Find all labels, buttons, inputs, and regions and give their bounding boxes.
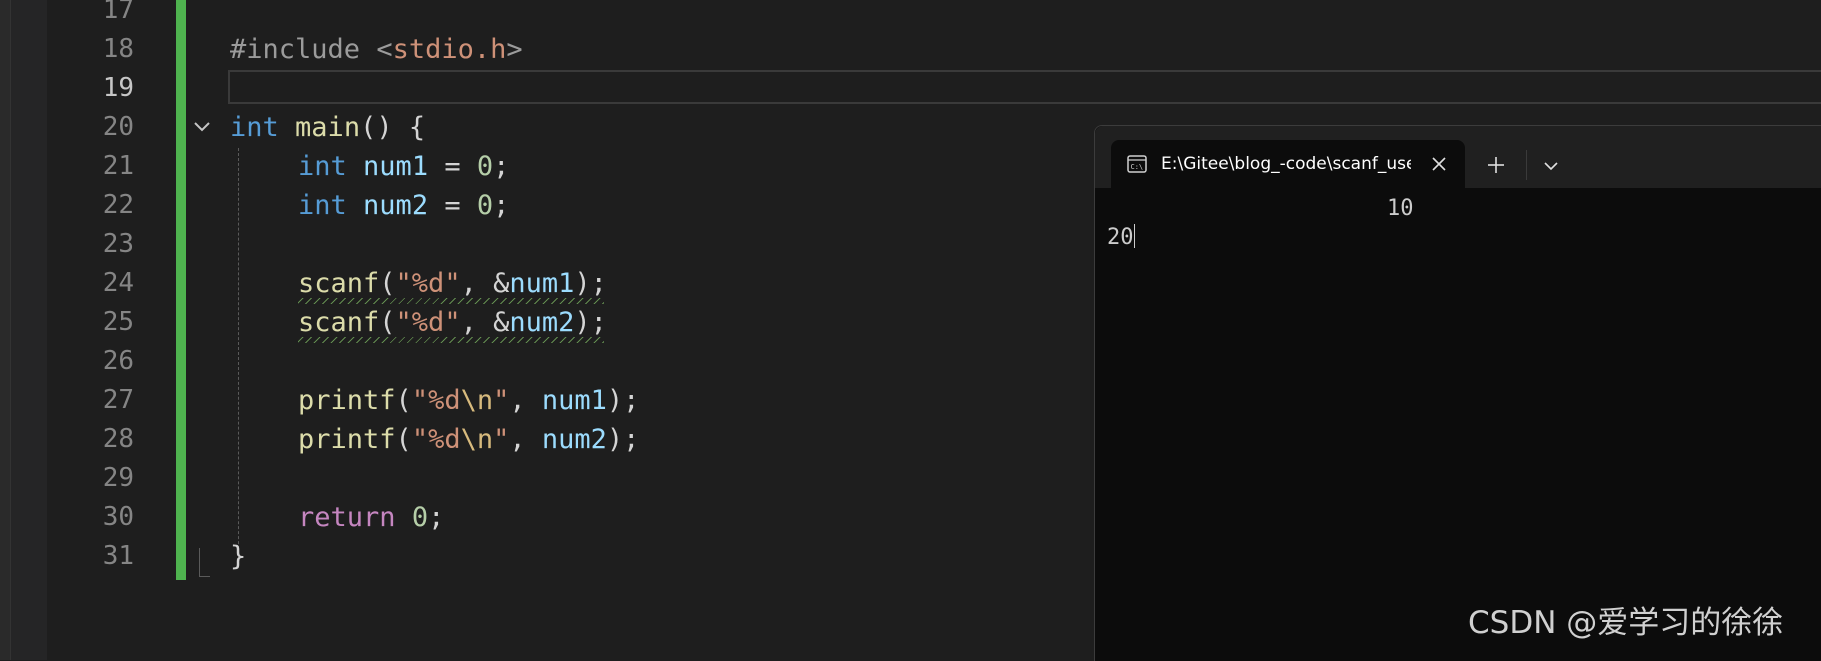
watermark: CSDN @爱学习的徐徐 xyxy=(1468,605,1784,641)
string-literal: "%d xyxy=(411,424,461,455)
variable: num2 xyxy=(509,307,575,338)
code-line-20[interactable]: int main() { xyxy=(230,108,425,147)
titlebar-divider xyxy=(1526,150,1527,180)
code-line-18[interactable]: #include <stdio.h> xyxy=(230,30,523,69)
preprocessor-directive: #include xyxy=(230,34,377,65)
line-number: 26 xyxy=(102,346,134,376)
current-line-highlight xyxy=(228,70,1821,104)
operator: = xyxy=(428,190,477,221)
code-line-27[interactable]: printf("%d\n", num1); xyxy=(298,381,639,420)
punctuation: ); xyxy=(574,268,607,299)
punctuation: , xyxy=(509,424,542,455)
punctuation: ( xyxy=(395,424,412,455)
number-literal: 0 xyxy=(476,151,494,182)
line-number: 30 xyxy=(102,502,134,532)
chevron-down-icon[interactable] xyxy=(191,116,213,138)
code-line-30[interactable]: return 0; xyxy=(298,498,444,537)
punctuation: ; xyxy=(493,190,510,221)
function-name: printf xyxy=(298,385,396,416)
line-number: 24 xyxy=(102,268,134,298)
variable: num1 xyxy=(363,151,429,182)
variable: num1 xyxy=(509,268,575,299)
indent-guide-end xyxy=(199,548,210,577)
terminal-tab-title: E:\Gitee\blog_-code\scanf_use xyxy=(1161,154,1411,174)
line-number: 18 xyxy=(102,34,134,64)
function-name: scanf xyxy=(298,307,380,338)
terminal-titlebar[interactable]: C:\ E:\Gitee\blog_-code\scanf_use xyxy=(1095,126,1821,188)
punctuation: () { xyxy=(360,112,426,143)
punctuation: ); xyxy=(606,385,640,416)
function-name: printf xyxy=(298,424,396,455)
variable: num2 xyxy=(363,190,429,221)
include-header: stdio.h xyxy=(392,34,507,65)
left-activity-strip xyxy=(0,0,10,660)
line-number: 20 xyxy=(102,112,134,142)
function-name: scanf xyxy=(298,268,380,299)
line-number: 22 xyxy=(102,190,134,220)
terminal-input-line[interactable]: 20 xyxy=(1107,224,1135,252)
punctuation: ; xyxy=(493,151,510,182)
terminal-tab[interactable]: C:\ E:\Gitee\blog_-code\scanf_use xyxy=(1111,140,1465,188)
punctuation: ; xyxy=(428,502,445,533)
terminal-input-text: 20 xyxy=(1107,225,1134,250)
line-number: 28 xyxy=(102,424,134,454)
closing-brace: } xyxy=(230,541,247,572)
keyword: int xyxy=(298,190,347,221)
code-line-28[interactable]: printf("%d\n", num2); xyxy=(298,420,639,459)
close-icon[interactable] xyxy=(1429,154,1449,174)
console-icon: C:\ xyxy=(1127,155,1147,173)
code-line-21[interactable]: int num1 = 0; xyxy=(298,147,509,186)
line-number: 25 xyxy=(102,307,134,337)
plus-icon[interactable] xyxy=(1481,150,1511,180)
text-cursor xyxy=(1133,224,1135,248)
escape-sequence: \n xyxy=(460,385,494,416)
line-number-active: 19 xyxy=(102,73,134,103)
punctuation: , xyxy=(509,385,542,416)
keyword: int xyxy=(298,151,347,182)
string-literal: "%d" xyxy=(395,268,461,299)
svg-text:C:\: C:\ xyxy=(1131,163,1144,171)
line-number: 27 xyxy=(102,385,134,415)
punctuation: ( xyxy=(379,307,396,338)
punctuation: ); xyxy=(574,307,607,338)
punctuation: , & xyxy=(460,268,510,299)
function-name: main xyxy=(295,112,361,143)
code-line-22[interactable]: int num2 = 0; xyxy=(298,186,509,225)
line-number: 29 xyxy=(102,463,134,493)
include-bracket-open: < xyxy=(376,34,393,65)
line-number: 21 xyxy=(102,151,134,181)
string-literal: " xyxy=(493,385,510,416)
control-keyword: return xyxy=(298,502,396,533)
number-literal: 0 xyxy=(476,190,494,221)
line-number: 17 xyxy=(102,0,134,25)
punctuation: ); xyxy=(606,424,640,455)
left-margin-panel xyxy=(10,0,47,660)
string-literal: "%d xyxy=(411,385,461,416)
terminal-window[interactable]: C:\ E:\Gitee\blog_-code\scanf_use 10 20 xyxy=(1094,125,1821,661)
terminal-output-line: 10 xyxy=(1387,196,1414,221)
warning-squiggle[interactable] xyxy=(298,337,604,343)
include-bracket-close: > xyxy=(506,34,523,65)
change-indicator-bar xyxy=(176,0,186,580)
line-number: 23 xyxy=(102,229,134,259)
variable: num1 xyxy=(541,385,607,416)
line-number: 31 xyxy=(102,541,134,571)
chevron-down-icon[interactable] xyxy=(1537,152,1565,180)
code-line-31[interactable]: } xyxy=(230,537,246,576)
punctuation: ( xyxy=(379,268,396,299)
indent-guide xyxy=(238,148,239,564)
number-literal: 0 xyxy=(411,502,429,533)
escape-sequence: \n xyxy=(460,424,494,455)
punctuation: ( xyxy=(395,385,412,416)
variable: num2 xyxy=(541,424,607,455)
punctuation: , & xyxy=(460,307,510,338)
string-literal: " xyxy=(493,424,510,455)
operator: = xyxy=(428,151,477,182)
keyword: int xyxy=(230,112,279,143)
string-literal: "%d" xyxy=(395,307,461,338)
